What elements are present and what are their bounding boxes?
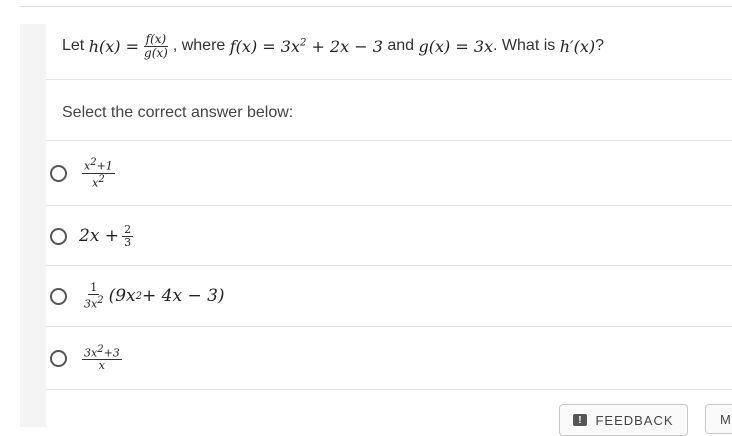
divider: [46, 326, 732, 327]
question-ask: . What is: [493, 37, 556, 54]
radio-button[interactable]: [50, 164, 67, 182]
more-button[interactable]: M: [705, 404, 732, 434]
divider: [46, 389, 732, 390]
answer-option-4[interactable]: 3x2+3 x: [20, 337, 732, 379]
fraction-f-over-g: f(x) g(x): [142, 31, 170, 60]
option-expression: 2x + 2 3: [79, 222, 134, 249]
answer-option-1[interactable]: x2+1 x2: [20, 151, 732, 195]
answer-option-3[interactable]: 1 3x2 (9x 2 + 4x − 3): [20, 276, 732, 316]
more-label: M: [720, 411, 731, 427]
f-definition: f(x) = 3x2 + 2x − 3: [229, 36, 383, 56]
feedback-icon: !: [573, 414, 588, 426]
question-panel: Let h(x) = f(x) g(x) , where f(x) = 3x2 …: [46, 24, 732, 427]
instruction-text: Select the correct answer below:: [62, 104, 294, 121]
question-and: and: [387, 37, 415, 54]
g-definition: g(x) = 3x: [418, 36, 494, 56]
question-mark: ?: [595, 37, 605, 54]
fraction-denominator: g(x): [144, 45, 168, 60]
divider: [46, 140, 732, 141]
question-text: Let h(x) = f(x) g(x) , where f(x) = 3x2 …: [62, 24, 604, 68]
option-expression: 3x2+3 x: [82, 343, 122, 373]
h-prime: h′(x): [559, 36, 596, 56]
question-where: , where: [172, 37, 226, 54]
h-definition: h(x) =: [88, 36, 140, 56]
question-prefix: Let: [62, 37, 85, 54]
divider: [46, 265, 732, 266]
divider: [46, 205, 732, 206]
option-expression: 1 3x2 (9x 2 + 4x − 3): [84, 280, 225, 311]
radio-button[interactable]: [50, 349, 67, 367]
feedback-button[interactable]: ! FEEDBACK: [559, 404, 688, 436]
divider: [46, 79, 732, 80]
feedback-label: FEEDBACK: [595, 412, 674, 428]
radio-button[interactable]: [50, 227, 67, 245]
option-expression: x2+1 x2: [82, 156, 115, 190]
fraction-numerator: f(x): [143, 31, 169, 47]
radio-button[interactable]: [50, 287, 67, 305]
top-divider: [20, 6, 732, 7]
answer-option-2[interactable]: 2x + 2 3: [20, 216, 732, 256]
